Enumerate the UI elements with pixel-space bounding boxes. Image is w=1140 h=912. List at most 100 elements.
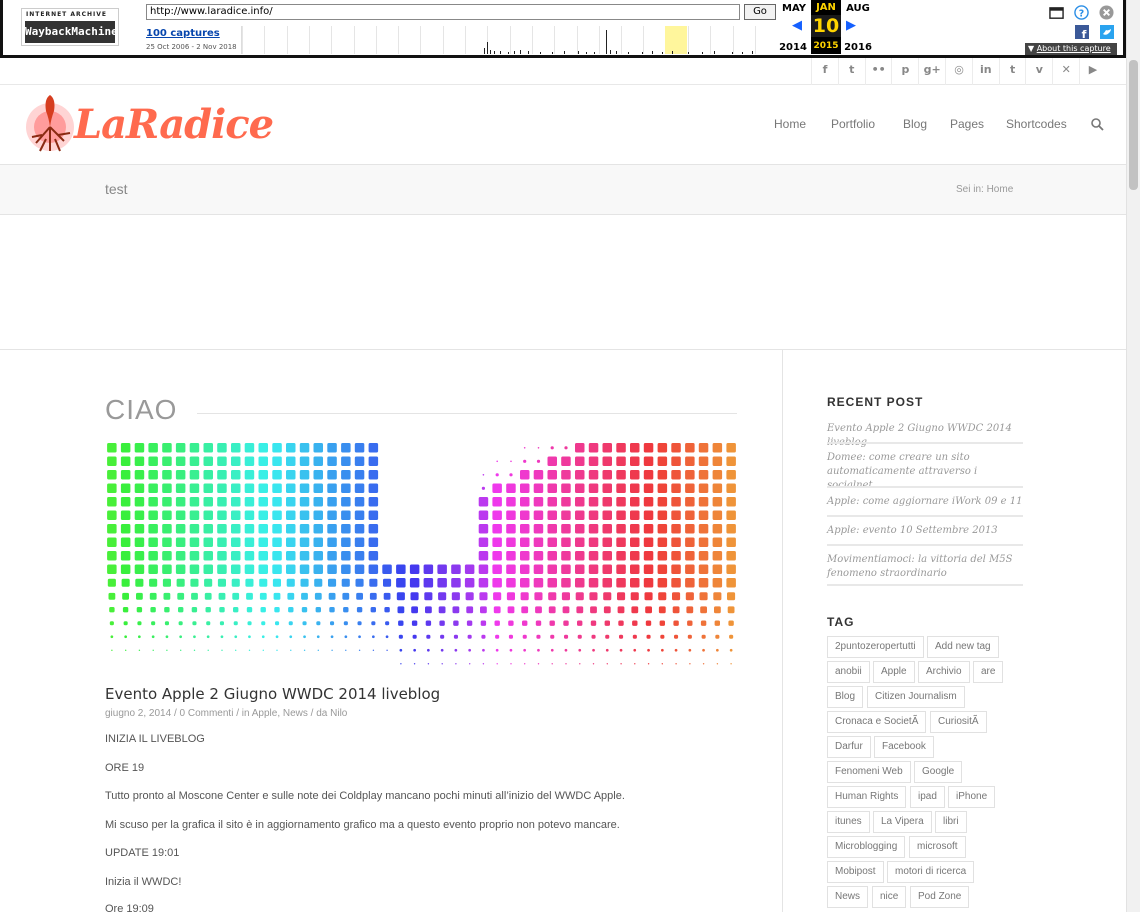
tag-link[interactable]: Archivio	[918, 661, 970, 683]
nav-home[interactable]: Home	[774, 117, 806, 131]
tag-link[interactable]: Cronaca e SocietÃ	[827, 711, 927, 733]
art-dot	[685, 456, 695, 466]
art-dot	[492, 537, 502, 547]
wayback-prev-year[interactable]: 2014	[777, 42, 809, 53]
search-icon[interactable]	[1091, 118, 1104, 131]
art-dot	[619, 634, 624, 639]
tag-link[interactable]: Human Rights	[827, 786, 907, 808]
tag-link[interactable]: CuriositÃ	[930, 711, 987, 733]
tag-link[interactable]: nice	[872, 886, 907, 908]
facebook-icon[interactable]: f	[816, 63, 834, 76]
nav-blog[interactable]: Blog	[903, 117, 927, 131]
instagram-icon[interactable]: ◎	[950, 63, 968, 76]
wayback-logo[interactable]: INTERNET ARCHIVE WaybackMachine	[21, 8, 119, 46]
tag-link[interactable]: Darfur	[827, 736, 871, 758]
nav-portfolio[interactable]: Portfolio	[831, 117, 875, 131]
art-dot	[189, 470, 200, 480]
tag-link[interactable]: Fenomeni Web	[827, 761, 911, 783]
tag-link[interactable]: iPhone	[948, 786, 996, 808]
tag-link[interactable]: anobii	[827, 661, 870, 683]
recent-post-link[interactable]: Apple: evento 10 Settembre 2013	[827, 524, 1023, 538]
wayback-url-input[interactable]: http://www.laradice.info/	[146, 4, 740, 20]
art-dot	[120, 470, 131, 480]
tag-link[interactable]: Microblogging	[827, 836, 906, 858]
wayback-prev-arrow-icon[interactable]: ◀	[792, 18, 802, 33]
minimize-icon[interactable]	[1049, 6, 1064, 21]
xing-icon[interactable]: ✕	[1057, 63, 1075, 76]
art-dot	[166, 649, 168, 651]
art-dot	[314, 578, 323, 587]
art-dot	[231, 456, 241, 466]
art-dot	[136, 592, 143, 600]
wayback-prev-month[interactable]: MAY	[779, 3, 809, 14]
tag-link[interactable]: ipad	[910, 786, 945, 808]
art-dot	[535, 620, 542, 626]
art-dot	[341, 510, 351, 520]
tag-link[interactable]: Citizen Journalism	[867, 686, 965, 708]
art-dot	[299, 537, 310, 547]
art-dot	[399, 648, 403, 652]
art-dot	[561, 551, 571, 561]
tag-link[interactable]: 2puntozeropertutti	[827, 636, 924, 658]
art-dot	[244, 456, 255, 466]
wayback-next-month[interactable]: AUG	[843, 3, 873, 14]
wayback-next-year[interactable]: 2016	[842, 42, 874, 53]
art-dot	[217, 443, 227, 453]
art-dot	[175, 524, 186, 534]
wayback-captures-link[interactable]: 100 captures	[146, 28, 220, 39]
flickr-icon[interactable]: ••	[870, 63, 888, 76]
tag-link[interactable]: microsoft	[909, 836, 966, 858]
nav-pages[interactable]: Pages	[950, 117, 984, 131]
wayback-next-arrow-icon[interactable]: ▶	[846, 18, 856, 33]
close-icon[interactable]	[1099, 5, 1114, 20]
tag-link[interactable]: motori di ricerca	[887, 861, 975, 883]
art-dot	[423, 564, 434, 574]
art-dot	[673, 620, 679, 626]
recent-post-link[interactable]: Movimentiamoci: la vittoria del M5S feno…	[827, 553, 1023, 581]
art-dot	[661, 648, 664, 652]
wayback-sparkline[interactable]	[241, 26, 777, 54]
pinterest-icon[interactable]: p	[896, 63, 914, 76]
art-dot	[180, 649, 182, 651]
scrollbar-thumb[interactable]	[1129, 60, 1138, 190]
tag-link[interactable]: Facebook	[874, 736, 934, 758]
art-dot	[712, 578, 723, 588]
site-logo[interactable]: LaRadice	[22, 89, 274, 161]
tag-link[interactable]: Add new tag	[927, 636, 999, 658]
tag-link[interactable]: La Vipera	[873, 811, 932, 833]
breadcrumb-home[interactable]: Home	[987, 184, 1014, 195]
tag-link[interactable]: Blog	[827, 686, 864, 708]
art-dot	[589, 592, 598, 601]
post-title[interactable]: Evento Apple 2 Giugno WWDC 2014 liveblog	[105, 685, 440, 703]
art-dot	[495, 648, 499, 652]
tag-link[interactable]: News	[827, 886, 869, 908]
tag-link[interactable]: libri	[935, 811, 967, 833]
art-dot	[120, 564, 131, 574]
about-capture-button[interactable]: ▼ About this capture	[1025, 43, 1117, 55]
help-icon[interactable]: ?	[1074, 5, 1089, 20]
sparkline-bar	[732, 52, 733, 54]
tag-link[interactable]: Google	[914, 761, 963, 783]
twitter-icon[interactable]: t	[843, 63, 861, 76]
google-plus-icon[interactable]: g+	[923, 63, 941, 76]
tumblr-icon[interactable]: t	[1004, 63, 1022, 76]
twitter-share-icon[interactable]	[1100, 25, 1114, 39]
nav-shortcodes[interactable]: Shortcodes	[1006, 117, 1067, 131]
youtube-icon[interactable]: ▶	[1084, 63, 1102, 76]
art-dot	[630, 510, 640, 520]
recent-post-link[interactable]: Evento Apple 2 Giugno WWDC 2014 liveblog	[827, 422, 1023, 450]
page-scrollbar[interactable]	[1126, 0, 1140, 912]
art-dot	[286, 564, 296, 574]
tag-link[interactable]: Pod Zone	[910, 886, 970, 908]
tag-link[interactable]: Apple	[873, 661, 915, 683]
facebook-share-icon[interactable]: f	[1075, 25, 1089, 39]
vimeo-icon[interactable]: v	[1030, 63, 1048, 76]
tag-link[interactable]: are	[973, 661, 1004, 683]
wwdc-dot-artwork[interactable]	[105, 441, 738, 671]
linkedin-icon[interactable]: in	[977, 63, 995, 76]
recent-post-link[interactable]: Apple: come aggiornare iWork 09 e 11	[827, 495, 1023, 509]
wayback-go-button[interactable]: Go	[744, 4, 776, 20]
tag-link[interactable]: Mobipost	[827, 861, 884, 883]
art-dot	[165, 635, 169, 639]
tag-link[interactable]: itunes	[827, 811, 870, 833]
